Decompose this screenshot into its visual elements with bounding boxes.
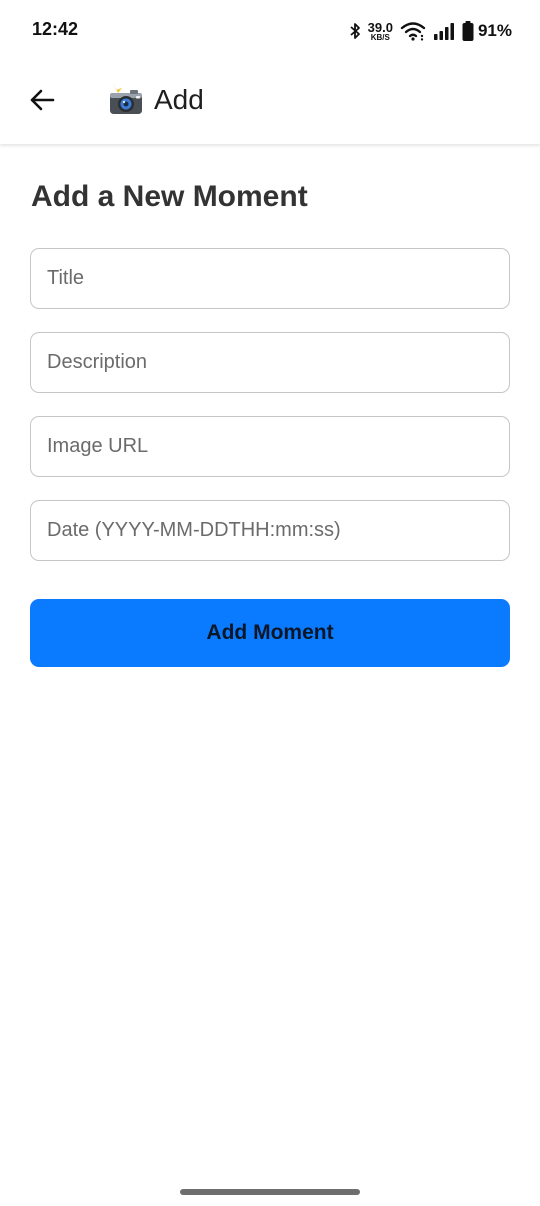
bluetooth-icon: [349, 22, 361, 40]
status-icons: 39.0 KB/S 91%: [349, 17, 512, 45]
add-moment-button-label: Add Moment: [206, 621, 334, 644]
home-indicator[interactable]: [180, 1189, 360, 1195]
description-input[interactable]: [31, 333, 509, 392]
arrow-left-icon: [29, 89, 55, 116]
date-input[interactable]: [31, 501, 509, 560]
status-time: 12:42: [32, 19, 79, 39]
back-button[interactable]: [22, 82, 62, 122]
network-speed-unit: KB/S: [370, 32, 390, 42]
network-speed: 39.0 KB/S: [368, 21, 393, 42]
cell-signal-icon: [433, 22, 455, 40]
title-input[interactable]: [31, 249, 509, 308]
title-field[interactable]: [30, 248, 510, 309]
battery-icon: [462, 21, 474, 41]
page-heading: Add a New Moment: [31, 180, 308, 213]
description-field[interactable]: [30, 332, 510, 393]
network-speed-value: 39.0: [367, 19, 393, 35]
image-url-input[interactable]: [31, 417, 509, 476]
battery-percent: 91%: [477, 21, 512, 40]
wifi-icon: [400, 21, 426, 41]
app-bar-title-text: Add: [154, 84, 204, 115]
date-field[interactable]: [30, 500, 510, 561]
app-bar-title: Add: [108, 84, 204, 116]
app-bar: Add: [0, 60, 540, 144]
status-bar: 12:42 39.0 KB/S 91%: [0, 0, 540, 60]
camera-flash-icon: [108, 84, 144, 116]
image-url-field[interactable]: [30, 416, 510, 477]
add-moment-button[interactable]: Add Moment: [30, 599, 510, 667]
